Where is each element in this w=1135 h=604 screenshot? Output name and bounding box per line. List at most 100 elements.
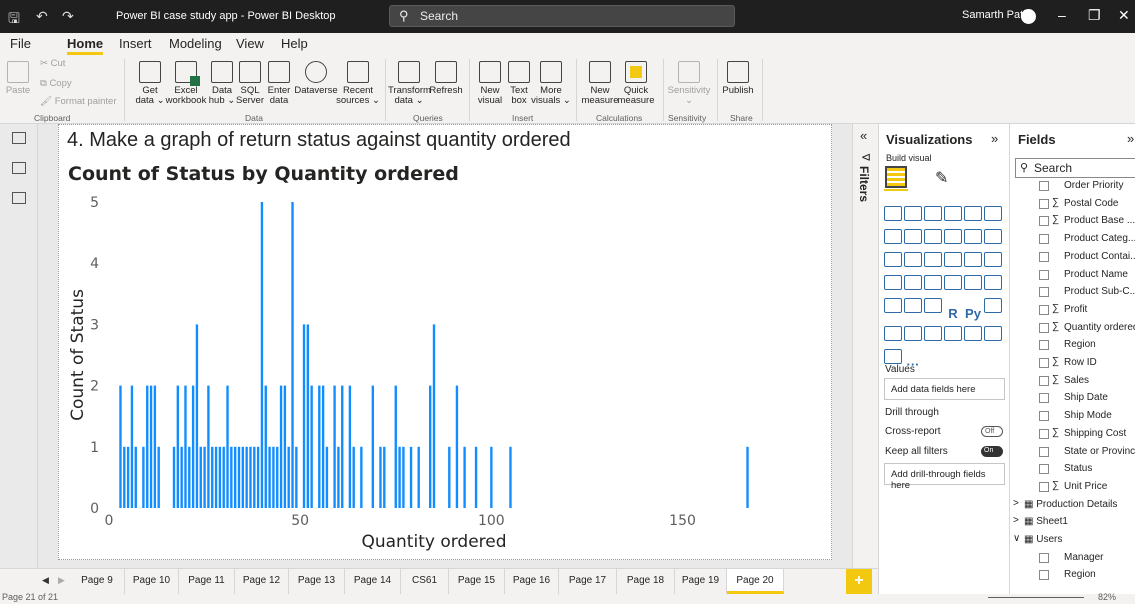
clustered-bar-icon[interactable]	[924, 206, 942, 221]
publish-button[interactable]: Publish	[720, 61, 756, 96]
stacked-bar-100-icon[interactable]	[964, 206, 982, 221]
bar[interactable]	[126, 446, 130, 508]
fields-search-input[interactable]: ⚲ Search	[1015, 158, 1135, 178]
key-influencers-icon[interactable]	[984, 298, 1002, 313]
bar[interactable]	[153, 385, 157, 508]
minimize-icon[interactable]: –	[1058, 7, 1066, 23]
bar[interactable]	[203, 446, 206, 508]
field-checkbox[interactable]	[1039, 481, 1049, 492]
expand-icon[interactable]: »	[1127, 131, 1134, 146]
menu-modeling[interactable]: Modeling	[169, 36, 222, 51]
global-search[interactable]: ⚲ Search	[389, 5, 735, 27]
expand-chevron-icon[interactable]: >	[1013, 498, 1019, 509]
stacked-column-icon[interactable]	[904, 206, 922, 221]
text-box-button[interactable]: Text box	[505, 61, 533, 106]
python-visual-icon[interactable]: Py	[964, 306, 982, 321]
field-item[interactable]: ∑ Shipping Cost	[1010, 426, 1135, 443]
refresh-button[interactable]: Refresh	[428, 61, 464, 96]
cross-report-toggle[interactable]: Off	[981, 426, 1003, 437]
bar[interactable]	[409, 446, 413, 508]
bar[interactable]	[184, 385, 187, 508]
bar[interactable]	[371, 385, 375, 508]
matrix-icon[interactable]	[924, 298, 942, 313]
bar[interactable]	[348, 385, 352, 508]
scatter-icon[interactable]	[924, 252, 942, 267]
page-tab[interactable]: Page 19	[675, 569, 727, 594]
field-item[interactable]: ∑ Profit	[1010, 302, 1135, 319]
page-tab[interactable]: Page 9	[70, 569, 125, 594]
page-tab[interactable]: Page 14	[345, 569, 401, 594]
add-page-button[interactable]: +	[846, 569, 872, 594]
bar[interactable]	[191, 385, 195, 508]
bar[interactable]	[218, 446, 222, 508]
quick-measure-button[interactable]: Quick measure	[616, 61, 656, 106]
gauge-icon[interactable]	[924, 275, 942, 290]
page-tab[interactable]: Page 17	[559, 569, 617, 594]
field-item[interactable]: Ship Date	[1010, 390, 1135, 407]
bar[interactable]	[214, 446, 218, 508]
field-item[interactable]: ∑ Sales	[1010, 373, 1135, 390]
field-item[interactable]: ∑ Unit Price	[1010, 479, 1135, 496]
transform-data-button[interactable]: Transform data ⌄	[388, 61, 431, 106]
bar[interactable]	[746, 446, 749, 508]
page-tab[interactable]: Page 10	[125, 569, 179, 594]
bar[interactable]	[253, 446, 256, 508]
bar[interactable]	[428, 385, 432, 508]
field-checkbox[interactable]	[1039, 428, 1049, 439]
field-checkbox[interactable]	[1039, 393, 1049, 404]
bar[interactable]	[142, 446, 145, 508]
field-checkbox[interactable]	[1039, 446, 1049, 457]
bar[interactable]	[417, 446, 420, 508]
bar[interactable]	[272, 446, 275, 508]
table-visual-icon[interactable]	[904, 298, 922, 313]
menu-help[interactable]: Help	[281, 36, 308, 51]
bar[interactable]	[276, 446, 279, 508]
bar[interactable]	[256, 446, 260, 508]
report-view-icon[interactable]	[12, 132, 26, 144]
bar[interactable]	[130, 385, 134, 508]
bar[interactable]	[188, 446, 191, 508]
bar[interactable]	[211, 446, 214, 508]
field-item[interactable]: Ship Mode	[1010, 408, 1135, 425]
recent-sources-button[interactable]: Recent sources ⌄	[336, 61, 380, 106]
sql-server-button[interactable]: SQL Server	[234, 61, 266, 106]
expand-chevron-icon[interactable]: ∨	[1013, 533, 1020, 544]
bar[interactable]	[463, 446, 466, 508]
bar[interactable]	[383, 446, 386, 508]
bar[interactable]	[268, 446, 271, 508]
menu-insert[interactable]: Insert	[119, 36, 152, 51]
decomposition-tree-icon[interactable]	[884, 326, 902, 341]
bar[interactable]	[448, 446, 451, 508]
bar[interactable]	[180, 446, 183, 508]
field-item[interactable]: Status	[1010, 461, 1135, 478]
bar[interactable]	[325, 446, 329, 508]
new-measure-button[interactable]: New measure	[580, 61, 620, 106]
field-checkbox[interactable]	[1039, 216, 1049, 227]
field-checkbox[interactable]	[1039, 287, 1049, 298]
bar[interactable]	[146, 385, 149, 508]
page-tab[interactable]: Page 12	[235, 569, 289, 594]
filled-map-icon[interactable]	[904, 275, 922, 290]
bar[interactable]	[134, 446, 137, 508]
page-tab[interactable]: Page 16	[505, 569, 559, 594]
field-checkbox[interactable]	[1039, 181, 1049, 191]
line-column-icon[interactable]	[944, 229, 962, 244]
map-icon[interactable]	[884, 275, 902, 290]
bar[interactable]	[310, 385, 313, 508]
close-icon[interactable]: ✕	[1118, 7, 1130, 24]
bar[interactable]	[379, 446, 382, 508]
redo-icon[interactable]: ↷	[62, 8, 74, 25]
model-view-icon[interactable]	[12, 192, 26, 204]
bar[interactable]	[230, 446, 233, 508]
dataverse-button[interactable]: Dataverse	[293, 61, 339, 96]
field-item[interactable]: State or Province	[1010, 444, 1135, 461]
field-checkbox[interactable]	[1039, 375, 1049, 386]
r-visual-icon[interactable]: R	[944, 306, 962, 321]
bar[interactable]	[474, 446, 478, 508]
expand-icon[interactable]: »	[991, 131, 998, 146]
field-item[interactable]: Order Priority	[1010, 178, 1135, 195]
filters-label[interactable]: Filters	[857, 166, 871, 202]
menu-file[interactable]: File	[10, 36, 31, 51]
field-item[interactable]: Region	[1010, 567, 1135, 584]
bar-chart[interactable]: 0123450 50 100 150Quantity orderedCount of …	[59, 125, 833, 561]
